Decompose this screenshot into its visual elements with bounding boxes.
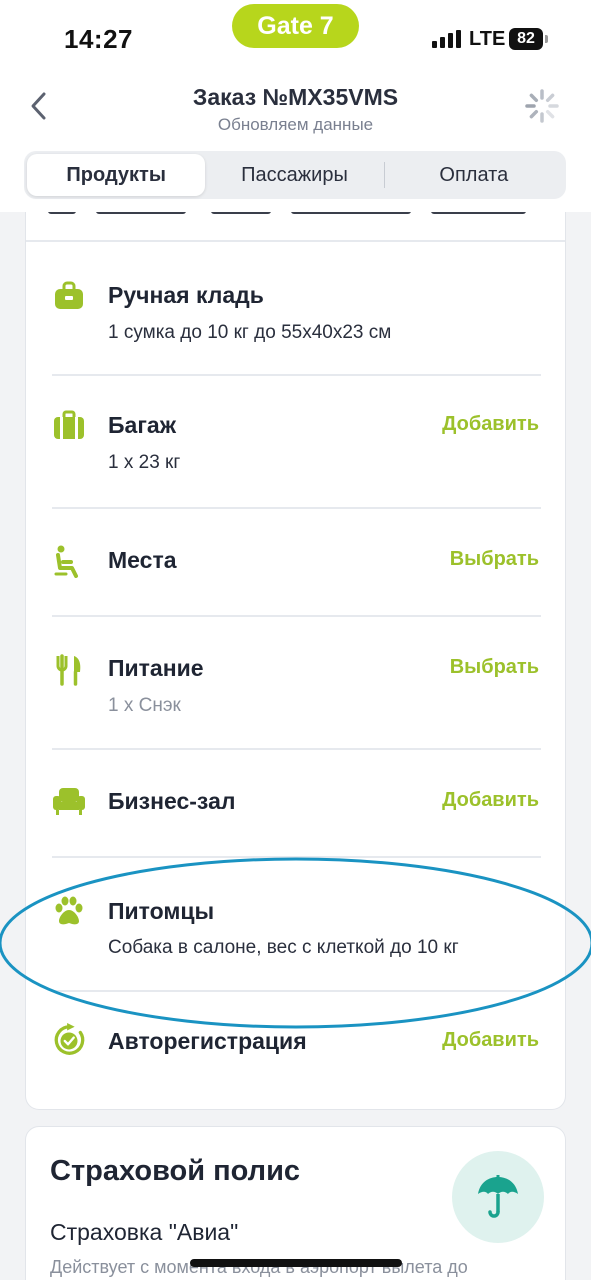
add-lounge-button[interactable]: Добавить — [442, 789, 539, 812]
product-subtitle: 1 сумка до 10 кг до 55х40х23 см — [108, 322, 392, 343]
product-row-hand-luggage[interactable]: Ручная кладь 1 сумка до 10 кг до 55х40х2… — [26, 242, 565, 376]
gate-pill[interactable]: Gate 7 — [232, 4, 359, 48]
signal-icon — [432, 30, 464, 48]
page-subtitle: Обновляем данные — [217, 115, 374, 134]
product-title: Ручная кладь — [108, 282, 264, 308]
product-subtitle: 1 х Снэк — [108, 695, 181, 716]
meal-icon — [52, 653, 86, 687]
product-title: Места — [108, 547, 177, 573]
insurance-name: Страховка "Авиа" — [50, 1219, 239, 1245]
product-row-seats[interactable]: Места Выбрать — [26, 509, 565, 617]
product-subtitle: Собака в салоне, вес с клеткой до 10 кг — [108, 937, 459, 958]
suitcase-icon — [52, 408, 86, 442]
paw-icon — [52, 894, 86, 928]
choose-meal-button[interactable]: Выбрать — [450, 656, 539, 679]
product-title: Питомцы — [108, 898, 215, 924]
header: Заказ №MX35VMS Обновляем данные Продукты… — [0, 72, 591, 212]
choose-seat-button[interactable]: Выбрать — [450, 548, 539, 571]
tab-products[interactable]: Продукты — [27, 154, 206, 196]
product-row-auto-checkin[interactable]: Авторегистрация Добавить — [26, 992, 565, 1109]
insurance-title: Страховой полис — [50, 1155, 301, 1187]
battery-icon: 82 — [509, 28, 543, 50]
product-row-meal[interactable]: Питание 1 х Снэк Выбрать — [26, 617, 565, 750]
product-subtitle: 1 х 23 кг — [108, 452, 181, 473]
home-indicator — [190, 1259, 402, 1267]
armchair-icon — [52, 784, 86, 818]
tab-payment[interactable]: Оплата — [385, 154, 563, 196]
seat-icon — [52, 544, 86, 578]
products-card: Ручная кладь 1 сумка до 10 кг до 55х40х2… — [25, 212, 566, 1110]
battery-tip — [545, 35, 548, 43]
battery-level: 82 — [517, 30, 535, 47]
product-title: Питание — [108, 655, 204, 681]
tab-bar: Продукты Пассажиры Оплата — [24, 151, 566, 199]
spinner-icon — [525, 89, 559, 123]
page-title: Заказ №MX35VMS — [192, 84, 399, 110]
auto-checkin-icon — [52, 1023, 86, 1057]
scrolled-off-row — [26, 212, 565, 242]
insurance-card[interactable]: Страховой полис Страховка "Авиа" Действу… — [25, 1126, 566, 1280]
network-label: LTE — [469, 28, 506, 50]
status-bar: 14:27 Gate 7 LTE 82 — [0, 0, 591, 72]
status-time: 14:27 — [64, 24, 133, 54]
hand-luggage-icon — [52, 279, 86, 313]
add-auto-checkin-button[interactable]: Добавить — [442, 1029, 539, 1052]
product-row-pets[interactable]: Питомцы Собака в салоне, вес с клеткой д… — [26, 858, 565, 992]
umbrella-icon — [478, 1175, 518, 1218]
product-title: Авторегистрация — [108, 1028, 307, 1054]
add-baggage-button[interactable]: Добавить — [442, 413, 539, 436]
umbrella-badge — [452, 1151, 544, 1243]
tab-passengers[interactable]: Пассажиры — [205, 154, 383, 196]
product-title: Бизнес-зал — [108, 788, 236, 814]
product-row-baggage[interactable]: Багаж 1 х 23 кг Добавить — [26, 376, 565, 509]
product-title: Багаж — [108, 412, 177, 438]
product-row-lounge[interactable]: Бизнес-зал Добавить — [26, 750, 565, 858]
